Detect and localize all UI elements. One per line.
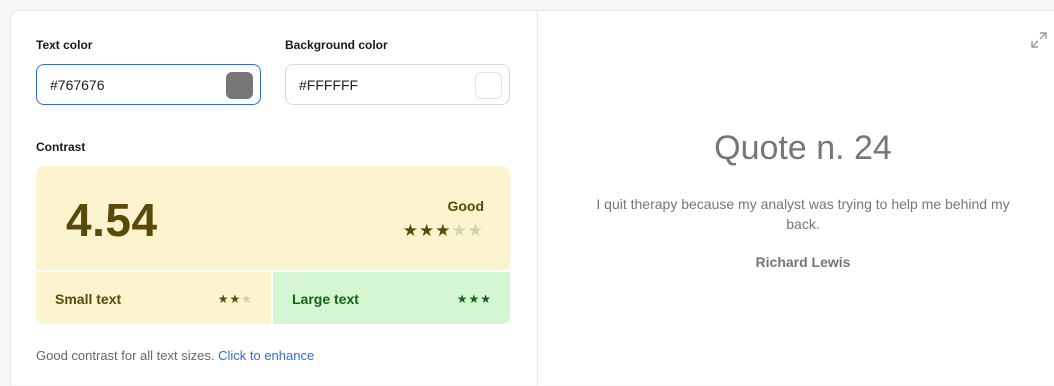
text-color-swatch[interactable] [226,72,253,99]
background-color-label: Background color [285,38,388,52]
contrast-result: 4.54 Good ★★★★★ Small text ★★★ Large tex… [36,166,510,324]
background-color-swatch[interactable] [475,72,502,99]
quote-text: I quit therapy because my analyst was tr… [596,196,1010,232]
star-icon: ★ [217,292,230,306]
star-empty-icon: ★ [467,221,484,240]
contrast-label: Contrast [36,140,86,154]
text-color-label: Text color [36,38,93,52]
background-color-value[interactable]: #FFFFFF [299,77,358,93]
enhance-link[interactable]: Click to enhance [218,348,314,363]
quote-title: Quote n. 24 [714,129,892,167]
large-text-label: Large text [292,291,359,307]
star-icon: ★ [419,221,436,240]
star-icon: ★ [480,292,492,306]
status-message: Good contrast for all text sizes. [36,348,215,363]
star-icon: ★ [456,292,469,306]
background-color-input[interactable]: #FFFFFF [285,64,510,105]
star-icon: ★ [402,221,419,240]
contrast-checker-card: Text color #767676 Background color #FFF… [10,10,1054,386]
contrast-grade: Good [447,198,484,214]
text-color-value[interactable]: #767676 [50,77,105,93]
contrast-score-area: 4.54 Good ★★★★★ [36,166,510,270]
star-icon: ★ [435,221,452,240]
text-color-input[interactable]: #767676 [36,64,261,105]
quote-author: Richard Lewis [755,254,851,270]
contrast-ratio: 4.54 [66,194,158,246]
small-text-label: Small text [55,291,122,307]
star-icon: ★ [229,292,242,306]
star-empty-icon: ★ [241,292,253,306]
large-text-result: Large text ★★★ [273,272,510,324]
expand-icon[interactable] [1030,31,1048,49]
star-icon: ★ [468,292,481,306]
preview-panel: Quote n. 24 I quit therapy because my an… [538,11,1054,386]
contrast-status: Good contrast for all text sizes. Click … [36,348,314,363]
large-text-stars: ★★★ [457,292,492,306]
contrast-rating-stars: ★★★★★ [403,221,484,241]
small-text-stars: ★★★ [218,292,253,306]
star-empty-icon: ★ [451,221,468,240]
controls-panel: Text color #767676 Background color #FFF… [11,11,538,386]
small-text-result: Small text ★★★ [36,272,271,324]
